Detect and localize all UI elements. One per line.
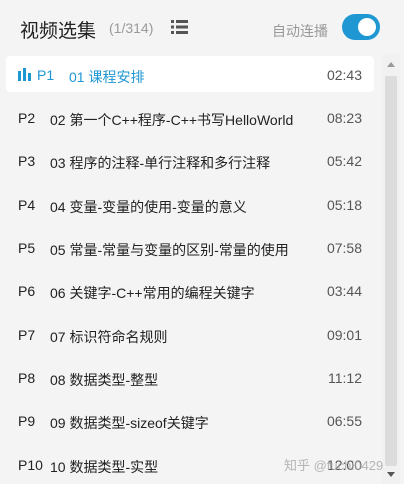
watermark: 知乎 @fuchi0429	[284, 458, 384, 473]
equalizer-icon	[18, 68, 31, 81]
playlist-item[interactable]: P6 06 关键字-C++常用的编程关键字 03:44	[6, 272, 374, 308]
playlist-item[interactable]: P7 07 标识符命名规则 09:01	[6, 316, 374, 352]
episode-title: 03 程序的注释-单行注释和多行注释	[50, 155, 271, 171]
episode-title: 01 课程安排	[69, 69, 145, 85]
episode-number: P2	[18, 110, 36, 126]
episode-number: P6	[18, 283, 36, 299]
episode-duration: 07:58	[326, 240, 362, 256]
episode-number: P4	[18, 197, 36, 213]
playlist-item[interactable]: P3 03 程序的注释-单行注释和多行注释 05:42	[6, 142, 374, 178]
episode-duration: 09:01	[326, 327, 362, 343]
episode-number: P5	[18, 240, 36, 256]
playlist-item[interactable]: P9 09 数据类型-sizeof关键字 06:55	[6, 402, 374, 438]
playlist-item[interactable]: P8 08 数据类型-整型 11:12	[6, 359, 374, 395]
autoplay-toggle[interactable]	[342, 14, 380, 40]
episode-duration: 11:12	[328, 370, 362, 386]
scroll-thumb[interactable]	[385, 76, 397, 466]
episode-number: P9	[18, 413, 36, 429]
episode-title: 08 数据类型-整型	[50, 372, 159, 388]
playlist-header: 视频选集 (1/314) 自动连播	[0, 0, 404, 54]
episode-number: P7	[18, 327, 36, 343]
episode-title: 05 常量-常量与变量的区别-常量的使用	[50, 242, 289, 258]
scroll-up-arrow-icon[interactable]	[387, 62, 395, 67]
episode-duration: 08:23	[326, 110, 362, 126]
toggle-knob	[358, 18, 376, 36]
episode-title: 10 数据类型-实型	[50, 459, 159, 475]
episode-number: P1	[37, 67, 55, 83]
scroll-down-arrow-icon[interactable]	[387, 472, 395, 477]
episode-duration: 05:18	[326, 197, 362, 213]
episode-duration: 05:42	[326, 153, 362, 169]
scrollbar[interactable]	[382, 54, 400, 484]
playlist-item[interactable]: P1 01 课程安排 02:43	[6, 56, 374, 92]
header-title: 视频选集	[20, 21, 97, 42]
episode-count: (1/314)	[109, 20, 154, 36]
episode-duration: 03:44	[326, 283, 362, 299]
playlist-item[interactable]: P5 05 常量-常量与变量的区别-常量的使用 07:58	[6, 229, 374, 265]
episode-title: 06 关键字-C++常用的编程关键字	[50, 285, 255, 301]
episode-duration: 06:55	[326, 413, 362, 429]
episode-duration: 02:43	[326, 67, 362, 83]
list-icon[interactable]	[171, 20, 188, 34]
episode-title: 07 标识符命名规则	[50, 329, 168, 345]
episode-title: 04 变量-变量的使用-变量的意义	[50, 199, 247, 215]
playlist-item[interactable]: P4 04 变量-变量的使用-变量的意义 05:18	[6, 186, 374, 222]
episode-title: 02 第一个C++程序-C++书写HelloWorld	[50, 112, 294, 128]
episode-number: P10	[18, 457, 43, 473]
playlist-item[interactable]: P2 02 第一个C++程序-C++书写HelloWorld 08:23	[6, 99, 374, 135]
episode-number: P8	[18, 370, 36, 386]
autoplay-label: 自动连播	[272, 23, 328, 39]
episode-number: P3	[18, 153, 36, 169]
episode-title: 09 数据类型-sizeof关键字	[50, 415, 209, 431]
playlist: P1 01 课程安排 02:43 P2 02 第一个C++程序-C++书写Hel…	[0, 54, 380, 484]
